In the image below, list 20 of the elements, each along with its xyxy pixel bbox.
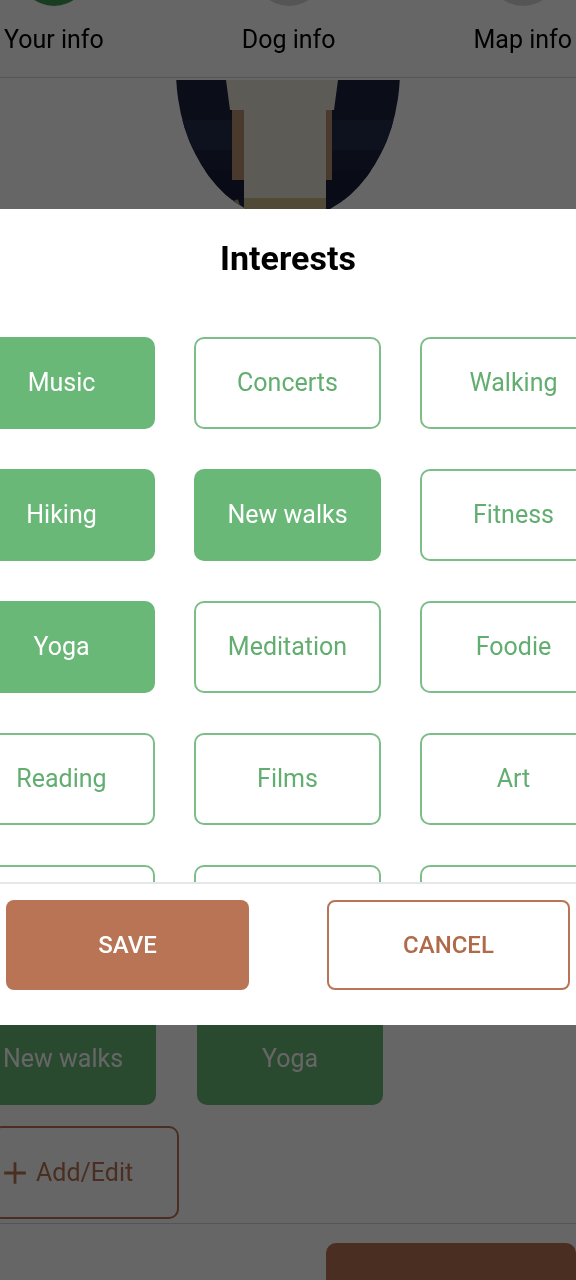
dialog-title: Interests xyxy=(220,237,356,280)
interest-chip[interactable]: Foodie xyxy=(420,601,576,693)
interest-chip[interactable]: Yoga xyxy=(0,601,155,693)
interest-chip[interactable]: New walks xyxy=(194,469,381,561)
interest-chip[interactable]: Fitness xyxy=(420,469,576,561)
add-edit-button[interactable]: Add/Edit xyxy=(0,1126,179,1219)
interest-chip[interactable]: Meditation xyxy=(194,601,381,693)
interest-chip[interactable]: Art xyxy=(420,733,576,825)
interest-chip[interactable]: Reading xyxy=(0,733,155,825)
step-label[interactable]: Your info xyxy=(4,24,104,56)
step-label[interactable]: Map info xyxy=(473,24,572,56)
step-label[interactable]: Dog info xyxy=(241,24,336,56)
interest-chip[interactable]: Concerts xyxy=(194,337,381,429)
cancel-button[interactable]: CANCEL xyxy=(327,900,570,990)
plus-icon xyxy=(2,1159,28,1186)
interest-chip[interactable]: Hiking xyxy=(0,469,155,561)
save-button[interactable]: SAVE xyxy=(6,900,249,990)
interest-chip[interactable]: Films xyxy=(194,733,381,825)
interest-chip[interactable]: Music xyxy=(0,337,155,429)
interest-chip[interactable]: Walking xyxy=(420,337,576,429)
